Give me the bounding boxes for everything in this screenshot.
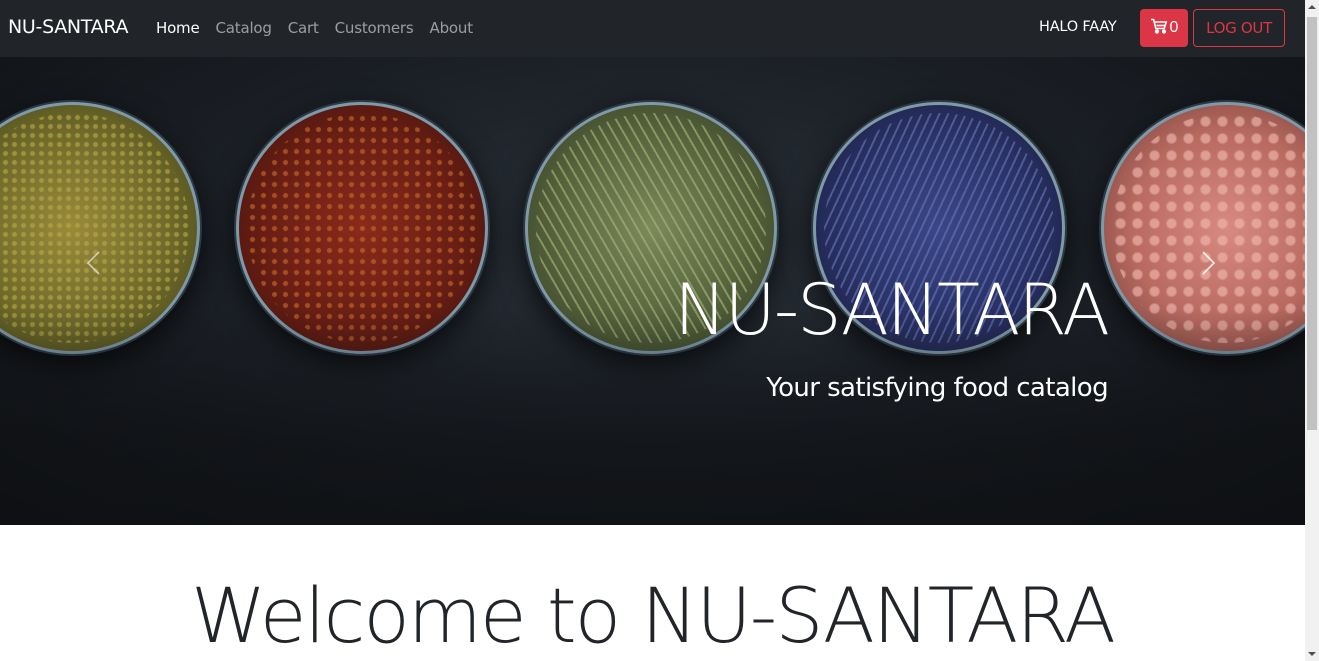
scroll-up-icon[interactable]	[1308, 5, 1316, 9]
logout-button[interactable]: LOG OUT	[1193, 9, 1285, 47]
chevron-left-icon	[80, 251, 110, 282]
scroll-down-icon[interactable]	[1308, 652, 1316, 656]
nav-links: Home Catalog Cart Customers About	[156, 19, 489, 37]
nav-link-cart[interactable]: Cart	[288, 19, 319, 37]
carousel-prev-button[interactable]	[80, 248, 110, 278]
navbar: NU-SANTARA Home Catalog Cart Customers A…	[0, 0, 1305, 57]
nav-link-customers[interactable]: Customers	[335, 19, 414, 37]
user-greeting: HALO FAAY	[1039, 19, 1117, 35]
hero-overlay	[0, 307, 1305, 525]
page-scrollbar[interactable]	[1305, 0, 1319, 661]
shopping-cart-icon	[1150, 18, 1168, 39]
welcome-heading: Welcome to NU-SANTARA	[191, 571, 1116, 660]
hero-subtitle: Your satisfying food catalog	[766, 373, 1108, 403]
brand-logo[interactable]: NU-SANTARA	[8, 16, 128, 38]
hero-carousel: NU-SANTARA Your satisfying food catalog	[0, 57, 1305, 525]
chevron-right-icon	[1192, 251, 1222, 282]
nav-link-catalog[interactable]: Catalog	[216, 19, 272, 37]
carousel-next-button[interactable]	[1192, 248, 1222, 278]
hero-title: NU-SANTARA	[674, 269, 1110, 351]
cart-button[interactable]: 0	[1140, 9, 1188, 47]
nav-link-home[interactable]: Home	[156, 19, 200, 37]
nav-link-about[interactable]: About	[430, 19, 474, 37]
scroll-thumb[interactable]	[1307, 17, 1317, 430]
cart-count: 0	[1169, 19, 1179, 36]
